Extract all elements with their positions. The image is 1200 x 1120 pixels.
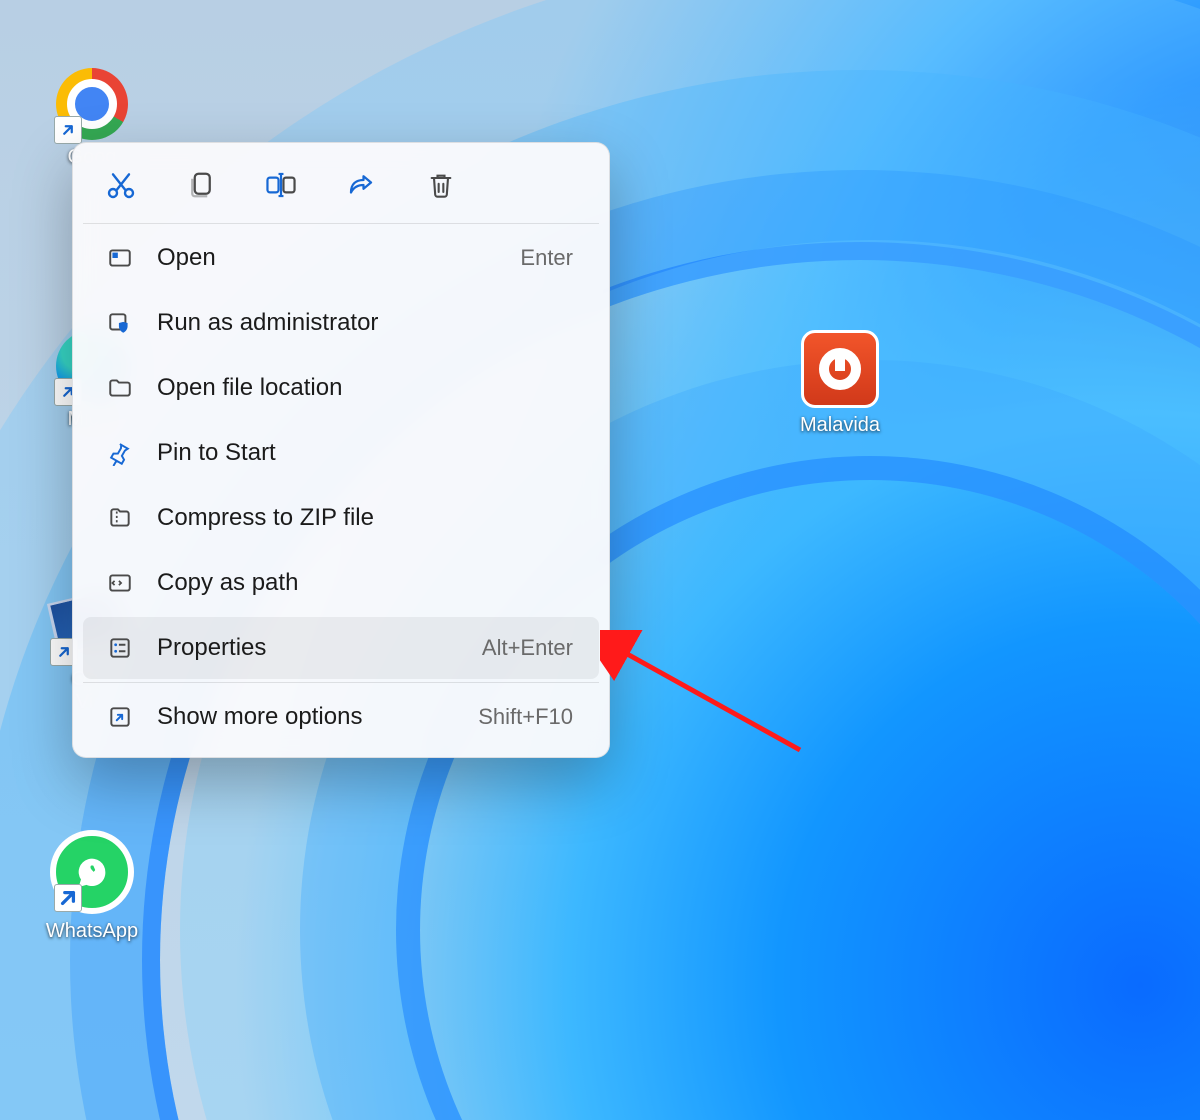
menu-item-open[interactable]: Open Enter [83,227,599,289]
whatsapp-icon [50,830,134,914]
open-icon [105,243,135,273]
menu-item-label: Show more options [157,703,456,731]
menu-item-label: Run as administrator [157,309,551,337]
menu-item-label: Pin to Start [157,439,551,467]
cut-icon [105,169,137,201]
menu-item-label: Properties [157,634,460,662]
folder-icon [105,373,135,403]
menu-item-run-admin[interactable]: Run as administrator [83,292,599,354]
copy-icon [186,170,216,200]
zip-icon [105,503,135,533]
delete-icon [427,170,455,200]
menu-item-properties[interactable]: Properties Alt+Enter [83,617,599,679]
desktop-icon-label: Malavida [780,414,900,437]
menu-item-accel: Enter [520,245,573,271]
menu-item-label: Open file location [157,374,551,402]
menu-item-accel: Shift+F10 [478,704,573,730]
menu-item-label: Copy as path [157,569,551,597]
desktop-icon-malavida[interactable]: Malavida [780,330,900,437]
rename-button[interactable] [261,165,301,205]
shortcut-overlay-icon [54,884,82,912]
share-button[interactable] [341,165,381,205]
menu-item-label: Compress to ZIP file [157,504,551,532]
desktop-icon-whatsapp[interactable]: WhatsApp [32,830,152,943]
context-menu-toolbar [73,143,609,223]
menu-item-copy-path[interactable]: Copy as path [83,552,599,614]
menu-item-show-more[interactable]: Show more options Shift+F10 [83,686,599,748]
copy-button[interactable] [181,165,221,205]
shortcut-overlay-icon [54,116,82,144]
menu-item-label: Open [157,244,498,272]
context-menu: Open Enter Run as administrator Open fil… [72,142,610,758]
more-icon [105,702,135,732]
cut-button[interactable] [101,165,141,205]
rename-icon [265,170,297,200]
desktop-icon-label: WhatsApp [32,920,152,943]
menu-item-open-location[interactable]: Open file location [83,357,599,419]
menu-item-pin-start[interactable]: Pin to Start [83,422,599,484]
menu-item-compress-zip[interactable]: Compress to ZIP file [83,487,599,549]
properties-icon [105,633,135,663]
menu-item-accel: Alt+Enter [482,635,573,661]
share-icon [345,170,377,200]
desktop[interactable]: Goog Micro Ora Vir WhatsApp [0,0,1200,1120]
annotation-arrow [600,630,820,770]
chrome-icon [56,68,128,140]
shield-icon [105,308,135,338]
power-icon [801,330,879,408]
pin-icon [105,438,135,468]
delete-button[interactable] [421,165,461,205]
path-icon [105,568,135,598]
